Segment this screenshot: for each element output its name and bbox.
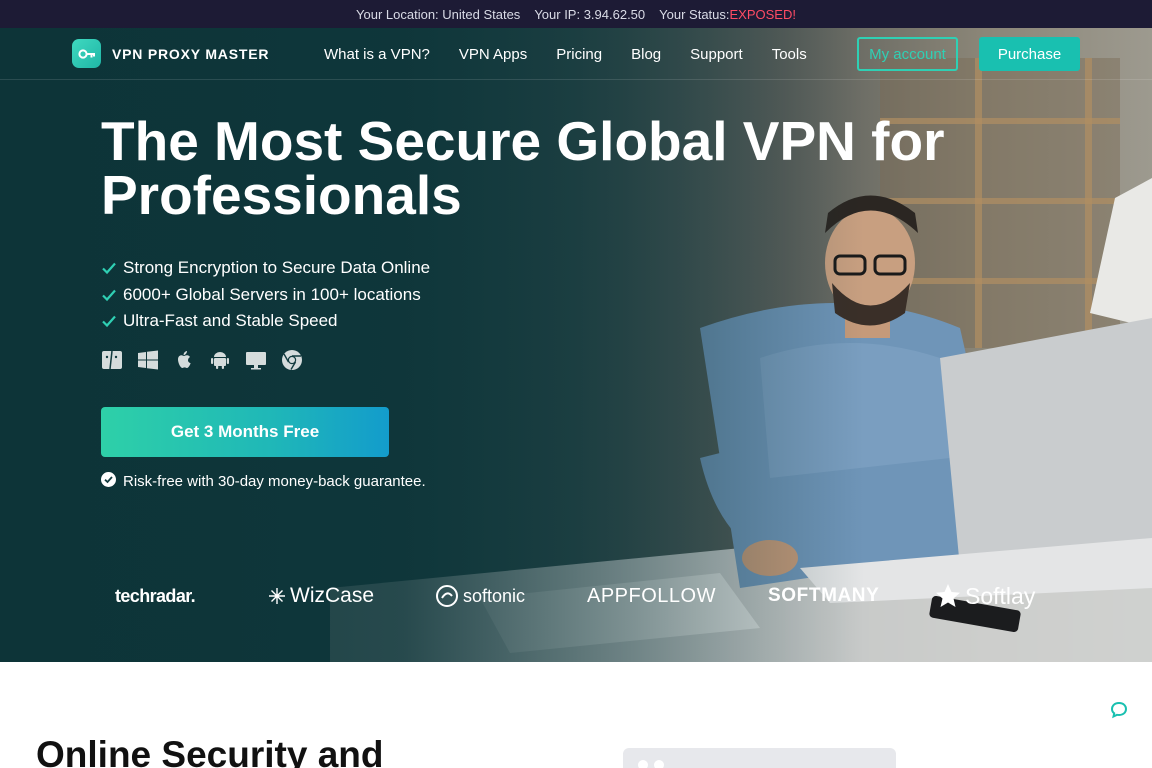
nav-link-blog[interactable]: Blog (631, 46, 661, 63)
chrome-icon[interactable] (281, 349, 303, 371)
status-badge: EXPOSED! (729, 6, 796, 22)
app-mockup-preview (623, 748, 896, 768)
guarantee-text: Risk-free with 30-day money-back guarant… (123, 473, 426, 490)
nav-link-tools[interactable]: Tools (772, 46, 807, 63)
section-title: Online Security and (36, 734, 384, 768)
feature-item: Ultra-Fast and Stable Speed (101, 308, 430, 335)
brand-name: VPN PROXY MASTER (112, 45, 270, 62)
appfollow-logo: APPFOLLOW (587, 584, 716, 607)
feature-list: Strong Encryption to Secure Data Online … (101, 255, 430, 335)
softlay-logo: Softlay (935, 580, 1035, 612)
nav-link-vpn-apps[interactable]: VPN Apps (459, 46, 527, 63)
softonic-logo: softonic (435, 580, 525, 612)
apple-icon[interactable] (173, 349, 195, 371)
finder-icon[interactable] (101, 349, 123, 371)
ip-text: Your IP: 3.94.62.50 (534, 6, 646, 22)
status-label: Your Status: (659, 6, 730, 22)
star-icon (936, 584, 960, 607)
guarantee-note: Risk-free with 30-day money-back guarant… (101, 472, 426, 491)
window-dot (638, 760, 648, 768)
feature-text: Ultra-Fast and Stable Speed (123, 311, 338, 331)
softmany-logo: SOFTMANY (768, 585, 880, 606)
sparkle-icon (269, 588, 285, 604)
main-nav: VPN PROXY MASTER What is a VPN? VPN Apps… (0, 28, 1152, 80)
get-3-months-free-button[interactable]: Get 3 Months Free (101, 407, 389, 457)
hero-title: The Most Secure Global VPN for Professio… (101, 114, 1001, 223)
feature-text: Strong Encryption to Secure Data Online (123, 258, 431, 278)
check-icon (101, 260, 117, 276)
wizcase-logo: WizCase (268, 580, 374, 612)
feature-item: 6000+ Global Servers in 100+ locations (101, 282, 430, 309)
softlay-text: Softlay (965, 582, 1036, 609)
hero-title-line1: The Most Secure Global VPN for (101, 110, 945, 172)
softonic-icon (436, 585, 458, 607)
my-account-button[interactable]: My account (857, 37, 958, 71)
purchase-button[interactable]: Purchase (979, 37, 1080, 71)
android-icon[interactable] (209, 349, 231, 371)
nav-link-pricing[interactable]: Pricing (556, 46, 602, 63)
check-icon (101, 287, 117, 303)
feature-text: 6000+ Global Servers in 100+ locations (123, 284, 421, 304)
check-circle-icon (101, 472, 116, 491)
status-text: Your Status:EXPOSED! (659, 7, 796, 22)
platform-icons (101, 349, 303, 371)
key-icon (72, 39, 101, 68)
wizcase-text: WizCase (290, 584, 375, 607)
window-dot (654, 760, 664, 768)
techradar-logo: techradar. (115, 585, 196, 606)
brand-logo[interactable]: VPN PROXY MASTER (72, 39, 269, 68)
status-bar: Your Location: United States Your IP: 3.… (0, 0, 1152, 28)
nav-link-what-is-a-vpn[interactable]: What is a VPN? (324, 46, 430, 63)
press-logos: techradar. WizCase softonic APPFOLLOW SO… (115, 580, 1045, 612)
nav-links: What is a VPN? VPN Apps Pricing Blog Sup… (324, 28, 807, 80)
check-icon (101, 313, 117, 329)
location-text: Your Location: United States (356, 6, 521, 22)
hero-section: The Most Secure Global VPN for Professio… (0, 28, 1152, 662)
softonic-text: softonic (463, 585, 526, 606)
hero-title-line2: Professionals (101, 164, 462, 226)
windows-icon[interactable] (137, 349, 159, 371)
chat-icon[interactable] (1109, 700, 1129, 720)
feature-item: Strong Encryption to Secure Data Online (101, 255, 430, 282)
tv-icon[interactable] (245, 349, 267, 371)
nav-link-support[interactable]: Support (690, 46, 743, 63)
